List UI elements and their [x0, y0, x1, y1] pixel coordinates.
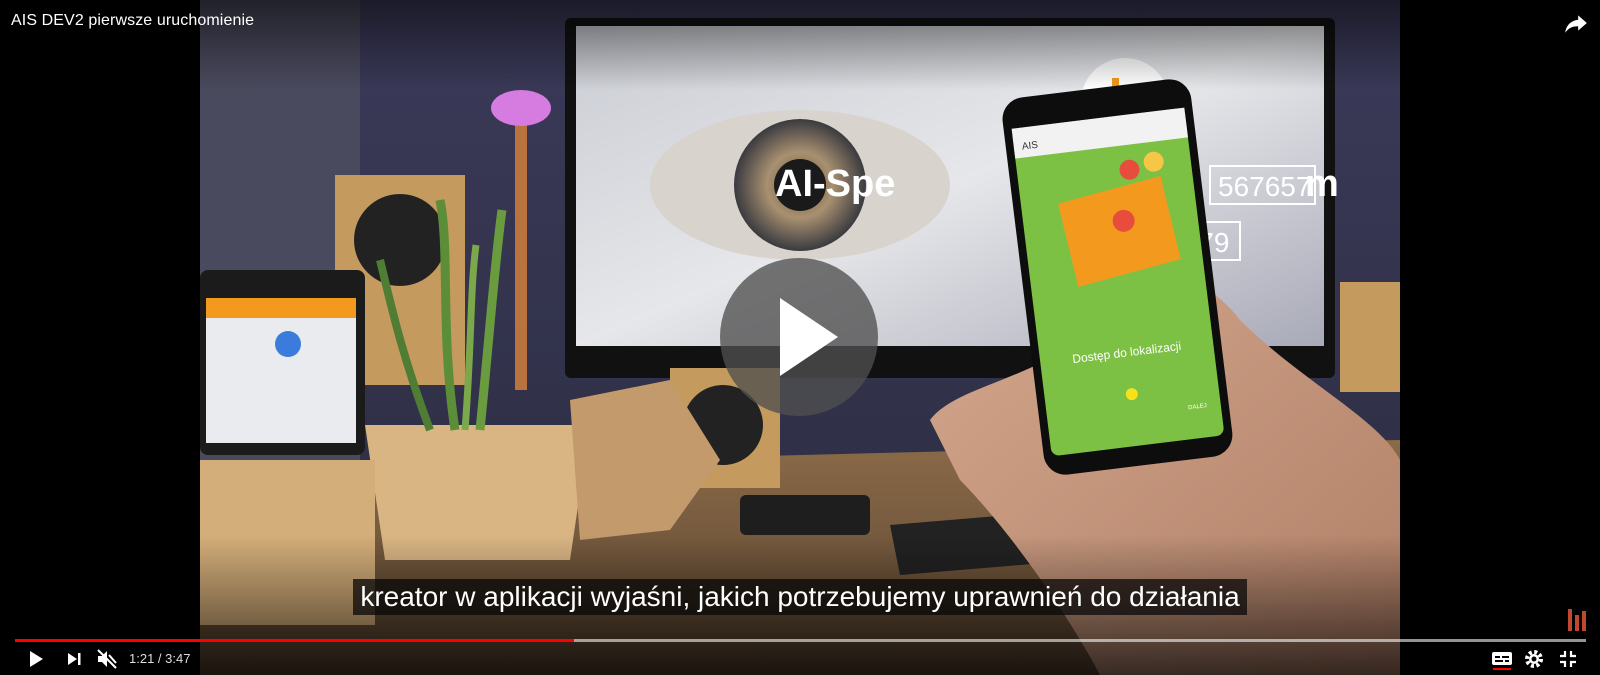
phone-app-name: AIS: [1021, 140, 1039, 153]
exit-fullscreen-button[interactable]: [1556, 647, 1580, 671]
progress-bar[interactable]: [15, 639, 1586, 642]
play-button[interactable]: [23, 647, 47, 671]
mute-icon: [97, 649, 117, 669]
channel-watermark-logo[interactable]: [1566, 603, 1588, 633]
exit-fullscreen-icon: [1560, 651, 1576, 667]
time-separator: /: [154, 651, 166, 666]
tv-brand-text: AI-Spe: [775, 163, 895, 205]
subtitles-button[interactable]: [1490, 647, 1514, 671]
control-bar: 1:21 / 3:47: [0, 647, 1600, 671]
next-button[interactable]: [62, 647, 86, 671]
play-icon: [30, 651, 43, 667]
subtitles-icon: [1492, 652, 1512, 670]
mute-button[interactable]: [95, 647, 119, 671]
video-title[interactable]: AIS DEV2 pierwsze uruchomienie: [11, 12, 254, 30]
progress-played: [15, 639, 575, 642]
video-player[interactable]: AI-Spe m 567657 789879 3213: [0, 0, 1600, 675]
duration: 3:47: [165, 651, 191, 666]
tv-number-1: 567657: [1218, 171, 1311, 202]
big-play-icon: [780, 298, 838, 376]
current-time: 1:21: [129, 651, 155, 666]
caption-text: kreator w aplikacji wyjaśni, jakich potr…: [353, 579, 1247, 615]
share-button[interactable]: [1563, 10, 1589, 36]
share-icon: [1565, 15, 1587, 33]
next-icon: [68, 653, 81, 665]
settings-button[interactable]: [1522, 647, 1546, 671]
caption-window: kreator w aplikacji wyjaśni, jakich potr…: [0, 579, 1600, 615]
settings-icon: [1525, 650, 1543, 668]
big-play-button[interactable]: [720, 258, 878, 416]
time-display: 1:21 / 3:47: [129, 651, 190, 666]
